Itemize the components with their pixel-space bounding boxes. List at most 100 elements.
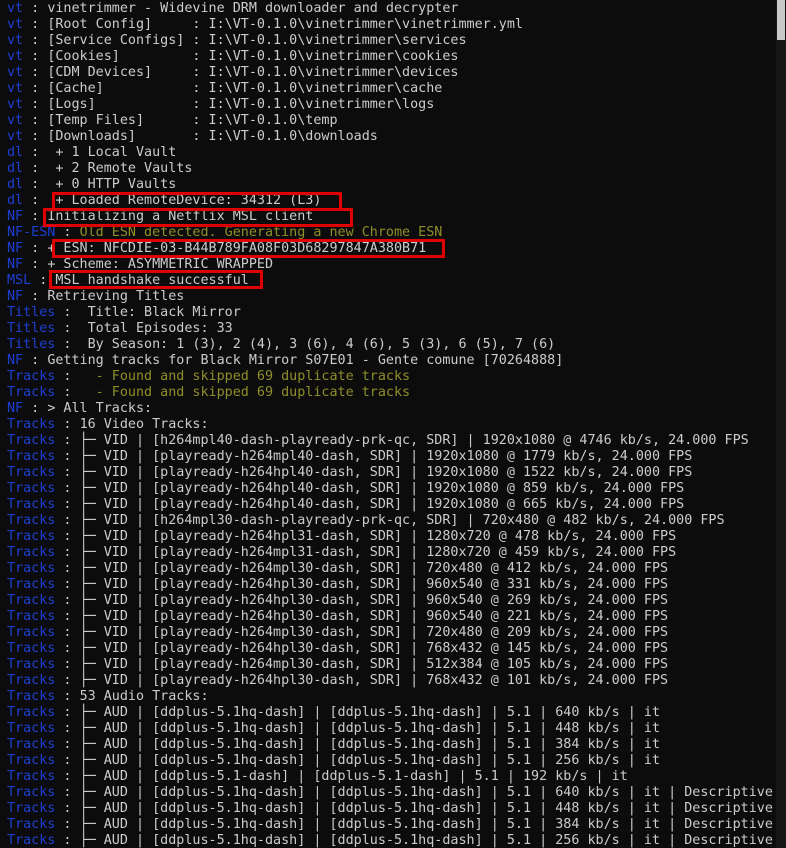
log-message: Retrieving Titles [47, 289, 185, 304]
log-message: ├─ VID | [playready-h264hpl30-dash, SDR]… [79, 609, 669, 624]
scrollbar-thumb[interactable] [777, 0, 785, 40]
log-separator: : [55, 673, 80, 688]
vertical-scrollbar[interactable] [776, 0, 786, 848]
log-message: ├─ VID | [playready-h264hpl40-dash, SDR]… [79, 497, 685, 512]
log-separator: : [23, 1, 48, 16]
log-separator: : [23, 257, 48, 272]
terminal-output[interactable]: vt : vinetrimmer - Widevine DRM download… [0, 0, 776, 848]
log-source-tag: Tracks [7, 417, 56, 432]
terminal-line: vt : [Service Configs] : I:\VT-0.1.0\vin… [7, 33, 773, 49]
terminal-line: Tracks : 53 Audio Tracks: [7, 689, 773, 705]
terminal-line: Tracks : ├─ VID | [playready-h264mpl30-d… [7, 657, 773, 673]
log-message: [CDM Devices] : I:\VT-0.1.0\vinetrimmer\… [47, 65, 459, 80]
log-separator: : [55, 449, 80, 464]
log-message: ├─ AUD | [ddplus-5.1hq-dash] | [ddplus-5… [79, 705, 661, 720]
log-separator: : [55, 609, 80, 624]
log-source-tag: Tracks [7, 529, 56, 544]
log-source-tag: MSL [7, 273, 32, 288]
log-source-tag: Tracks [7, 449, 56, 464]
log-source-tag: vt [7, 113, 24, 128]
log-message: ├─ VID | [playready-h264hpl40-dash, SDR]… [79, 481, 685, 496]
log-message: By Season: 1 (3), 2 (4), 3 (6), 4 (6), 5… [79, 337, 556, 352]
log-message: [Service Configs] : I:\VT-0.1.0\vinetrim… [47, 33, 467, 48]
terminal-line: Tracks : ├─ AUD | [ddplus-5.1hq-dash] | … [7, 785, 773, 801]
terminal-line: Tracks : ├─ VID | [playready-h264hpl30-d… [7, 673, 773, 689]
log-source-tag: Tracks [7, 817, 56, 832]
log-separator: : [23, 177, 48, 192]
log-source-tag: NF [7, 401, 24, 416]
log-separator: : [55, 641, 80, 656]
log-message: [Temp Files] : I:\VT-0.1.0\temp [47, 113, 338, 128]
log-source-tag: Tracks [7, 785, 56, 800]
log-message: Title: Black Mirror [79, 305, 241, 320]
log-message: ├─ VID | [playready-h264hpl31-dash, SDR]… [79, 529, 677, 544]
log-source-tag: NF-ESN [7, 225, 56, 240]
log-message: > All Tracks: [47, 401, 153, 416]
log-source-tag: Tracks [7, 657, 56, 672]
terminal-line: vt : vinetrimmer - Widevine DRM download… [7, 1, 773, 17]
log-source-tag: dl [7, 145, 24, 160]
log-source-tag: vt [7, 17, 24, 32]
log-separator: : [55, 817, 80, 832]
terminal-line: Tracks : ├─ VID | [playready-h264mpl31-d… [7, 545, 773, 561]
terminal-line: vt : [Temp Files] : I:\VT-0.1.0\temp [7, 113, 773, 129]
terminal-line: vt : [Cookies] : I:\VT-0.1.0\vinetrimmer… [7, 49, 773, 65]
log-separator: : [55, 305, 80, 320]
log-message: [Root Config] : I:\VT-0.1.0\vinetrimmer\… [47, 17, 523, 32]
log-source-tag: Tracks [7, 769, 56, 784]
log-message: vinetrimmer - Widevine DRM downloader an… [47, 1, 459, 16]
log-separator: : [55, 337, 80, 352]
log-source-tag: Tracks [7, 369, 56, 384]
terminal-line: NF : Getting tracks for Black Mirror S07… [7, 353, 773, 369]
terminal-line: Tracks : - Found and skipped 69 duplicat… [7, 385, 773, 401]
log-separator: : [55, 657, 80, 672]
log-message: ├─ VID | [playready-h264hpl40-dash, SDR]… [79, 465, 693, 480]
log-separator: : [55, 769, 80, 784]
log-message: ├─ AUD | [ddplus-5.1hq-dash] | [ddplus-5… [79, 721, 661, 736]
terminal-line: Titles : Title: Black Mirror [7, 305, 773, 321]
terminal-line: dl : + 2 Remote Vaults [7, 161, 773, 177]
terminal-line: NF : Retrieving Titles [7, 289, 773, 305]
terminal-line: Tracks : ├─ VID | [playready-h264hpl40-d… [7, 497, 773, 513]
log-source-tag: Titles [7, 321, 56, 336]
log-separator: : [55, 369, 80, 384]
terminal-line: Tracks : - Found and skipped 69 duplicat… [7, 369, 773, 385]
log-separator: : [23, 97, 48, 112]
log-separator: : [55, 417, 80, 432]
log-separator: : [23, 33, 48, 48]
terminal-line: Titles : By Season: 1 (3), 2 (4), 3 (6),… [7, 337, 773, 353]
log-separator: : [55, 625, 80, 640]
log-message: ├─ VID | [playready-h264hpl30-dash, SDR]… [79, 673, 669, 688]
log-message: ├─ VID | [playready-h264mpl30-dash, SDR]… [79, 625, 669, 640]
log-message: ├─ AUD | [ddplus-5.1hq-dash] | [ddplus-5… [79, 785, 773, 800]
log-separator: : [55, 225, 80, 240]
highlight-box-msl-client [43, 208, 353, 227]
terminal-line: Tracks : ├─ AUD | [ddplus-5.1hq-dash] | … [7, 753, 773, 769]
log-source-tag: Tracks [7, 609, 56, 624]
log-message: ├─ VID | [h264mpl40-dash-playready-prk-q… [79, 433, 749, 448]
log-separator: : [55, 321, 80, 336]
log-message: ├─ AUD | [ddplus-5.1hq-dash] | [ddplus-5… [79, 737, 661, 752]
log-source-tag: dl [7, 177, 24, 192]
log-separator: : [55, 545, 80, 560]
log-message: ├─ VID | [playready-h264mpl30-dash, SDR]… [79, 657, 669, 672]
terminal-line: Tracks : ├─ AUD | [ddplus-5.1hq-dash] | … [7, 705, 773, 721]
log-source-tag: NF [7, 209, 24, 224]
log-message: ├─ AUD | [ddplus-5.1-dash] | [ddplus-5.1… [79, 769, 628, 784]
terminal-line: Tracks : ├─ VID | [playready-h264hpl40-d… [7, 481, 773, 497]
log-separator: : [23, 401, 48, 416]
log-message: ├─ AUD | [ddplus-5.1hq-dash] | [ddplus-5… [79, 817, 773, 832]
log-source-tag: NF [7, 257, 24, 272]
log-message: ├─ VID | [h264mpl30-dash-playready-prk-q… [79, 513, 725, 528]
log-separator: : [23, 81, 48, 96]
log-source-tag: NF [7, 241, 24, 256]
log-source-tag: vt [7, 97, 24, 112]
terminal-line: vt : [Logs] : I:\VT-0.1.0\vinetrimmer\lo… [7, 97, 773, 113]
log-source-tag: Tracks [7, 721, 56, 736]
log-message: 53 Audio Tracks: [79, 689, 209, 704]
log-message: [Downloads] : I:\VT-0.1.0\downloads [47, 129, 378, 144]
terminal-lines: vt : vinetrimmer - Widevine DRM download… [7, 1, 773, 848]
log-source-tag: Tracks [7, 481, 56, 496]
terminal-line: Titles : Total Episodes: 33 [7, 321, 773, 337]
log-separator: : [55, 385, 80, 400]
